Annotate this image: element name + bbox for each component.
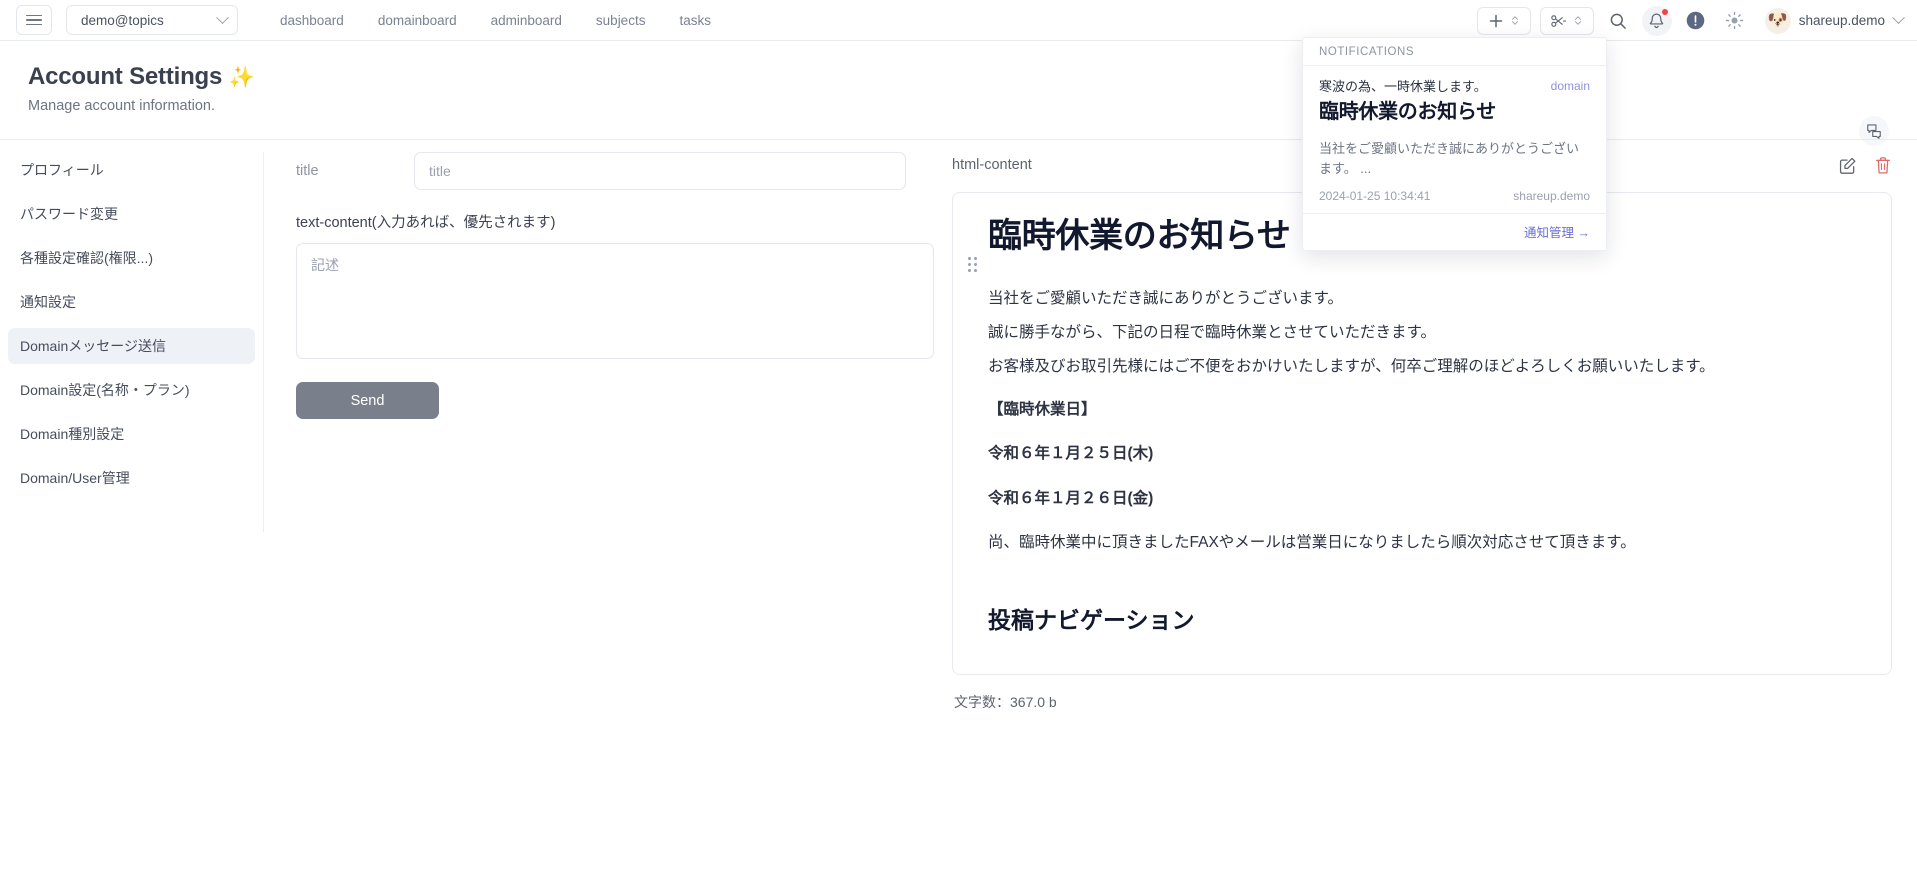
preview-nav-heading: 投稿ナビゲーション [988, 606, 1195, 633]
notifications-popover: NOTIFICATIONS 寒波の為、一時休業します。 domain 臨時休業の… [1302, 37, 1607, 251]
page-title: Account Settings ✨ [28, 63, 255, 91]
scissors-icon [1551, 14, 1567, 27]
chat-button[interactable] [1859, 116, 1889, 146]
topbar-actions: 🐶 shareup.demo [1476, 0, 1905, 41]
notification-source: shareup.demo [1513, 188, 1590, 203]
hamburger-icon-line [26, 23, 42, 26]
hamburger-menu-button[interactable] [16, 5, 52, 35]
sparkles-icon: ✨ [228, 66, 255, 89]
notification-body: 当社をご愛顧いただき誠にありがとうございます。 ... [1319, 140, 1580, 176]
notification-item[interactable]: 寒波の為、一時休業します。 domain 臨時休業のお知らせ 当社をご愛顧いただ… [1303, 66, 1606, 214]
search-icon [1610, 13, 1626, 29]
html-content-label: html-content [952, 157, 1032, 173]
notification-badge [1661, 8, 1668, 15]
drag-handle-dots-icon[interactable] [968, 257, 977, 272]
user-menu[interactable]: 🐶 shareup.demo [1764, 7, 1905, 34]
sidebar-item-domain-user-management[interactable]: Domain/User管理 [8, 460, 255, 496]
page-header: Account Settings ✨ Manage account inform… [0, 41, 1917, 146]
sidebar-item-notification-settings[interactable]: 通知設定 [8, 284, 255, 320]
character-count: 文字数：367.0 b [954, 694, 1057, 710]
notification-timestamp: 2024-01-25 10:34:41 [1319, 188, 1431, 203]
message-form: title text-content(入力あれば、優先されます) Send [296, 152, 946, 419]
notification-title: 臨時休業のお知らせ [1319, 100, 1496, 123]
up-down-chevrons-icon[interactable] [1511, 15, 1519, 26]
chat-bubbles-icon [1867, 124, 1881, 139]
preview-paragraph: お客様及びお取引先様にはご不便をおかけいたしますが、何卒ご理解のほどよろしくお願… [988, 358, 1715, 376]
sidebar-item-domain-type-settings[interactable]: Domain種別設定 [8, 416, 255, 452]
edit-button[interactable] [1838, 156, 1857, 175]
html-content-actions [1838, 156, 1892, 175]
tab-adminboard[interactable]: adminboard [491, 13, 562, 28]
sidebar-item-domain-settings[interactable]: Domain設定(名称・プラン) [8, 372, 255, 408]
preview-closure-date: 令和６年１月２６日(金) [988, 489, 1154, 507]
tab-dashboard[interactable]: dashboard [280, 13, 344, 28]
chevron-down-icon [216, 10, 229, 24]
add-button[interactable] [1476, 6, 1531, 35]
settings-sidebar: プロフィール パスワード変更 各種設定確認(権限...) 通知設定 Domain… [0, 152, 263, 582]
notification-tag: domain [1550, 79, 1590, 93]
title-input[interactable] [414, 152, 906, 190]
sun-brightness-icon [1725, 11, 1744, 30]
preview-closure-date: 令和６年１月２５日(木) [988, 445, 1154, 463]
info-circle-icon [1686, 11, 1705, 30]
preview-footnote: 尚、臨時休業中に頂きましたFAXやメールは営業日になりましたら順次対応させて頂き… [988, 534, 1636, 552]
domain-selector-value: demo@topics [81, 12, 164, 28]
search-button[interactable] [1603, 6, 1633, 36]
sidebar-divider [263, 152, 264, 532]
text-content-label: text-content(入力あれば、優先されます) [296, 215, 556, 231]
sidebar-item-domain-message-send[interactable]: Domainメッセージ送信 [8, 328, 255, 364]
domain-selector[interactable]: demo@topics [66, 5, 238, 35]
hamburger-icon-line [26, 19, 42, 21]
text-content-textarea[interactable] [296, 243, 934, 359]
manage-notifications-link[interactable]: 通知管理 → [1524, 222, 1590, 241]
plus-icon [1489, 14, 1502, 27]
notification-meta: 2024-01-25 10:34:41 shareup.demo [1319, 189, 1590, 203]
avatar: 🐶 [1764, 7, 1791, 34]
preview-closure-label: 【臨時休業日】 [988, 400, 1097, 418]
notifications-popover-footer: 通知管理 → [1303, 214, 1606, 250]
hamburger-icon-line [26, 14, 42, 17]
title-field-row: title [296, 152, 946, 190]
user-name: shareup.demo [1798, 13, 1885, 28]
tab-subjects[interactable]: subjects [596, 13, 646, 28]
sidebar-item-profile[interactable]: プロフィール [8, 152, 255, 188]
header-divider [0, 139, 1917, 140]
tab-domainboard[interactable]: domainboard [378, 13, 457, 28]
sidebar-item-password-change[interactable]: パスワード変更 [8, 196, 255, 232]
nav-tabs: dashboard domainboard adminboard subject… [280, 13, 711, 28]
cut-button[interactable] [1539, 6, 1594, 35]
theme-toggle-button[interactable] [1720, 6, 1750, 36]
dog-avatar-glyph: 🐶 [1767, 11, 1788, 29]
delete-button[interactable] [1874, 156, 1892, 175]
info-button[interactable] [1681, 6, 1711, 36]
preview-paragraph: 当社をご愛顧いただき誠にありがとうございます。 [988, 289, 1343, 307]
notifications-popover-header: NOTIFICATIONS [1303, 38, 1606, 66]
edit-pencil-square-icon [1839, 157, 1856, 174]
send-button[interactable]: Send [296, 382, 439, 419]
notification-item-top: 寒波の為、一時休業します。 domain [1319, 78, 1590, 96]
notification-lead: 寒波の為、一時休業します。 [1319, 79, 1487, 94]
tab-tasks[interactable]: tasks [679, 13, 711, 28]
notifications-button[interactable] [1641, 5, 1672, 36]
up-down-chevrons-icon[interactable] [1574, 15, 1582, 26]
chevron-down-icon [1892, 11, 1905, 25]
trash-delete-icon [1875, 156, 1891, 174]
preview-paragraph: 誠に勝手ながら、下記の日程で臨時休業とさせていただきます。 [988, 323, 1436, 341]
page-subtitle: Manage account information. [28, 98, 215, 114]
page-title-text: Account Settings [28, 63, 223, 90]
top-navigation-bar: demo@topics dashboard domainboard adminb… [0, 0, 1917, 41]
sidebar-item-settings-check[interactable]: 各種設定確認(権限...) [8, 240, 255, 276]
title-label: title [296, 163, 319, 179]
html-content-preview: 臨時休業のお知らせ 当社をご愛顧いただき誠にありがとうございます。 誠に勝手なが… [952, 192, 1892, 675]
